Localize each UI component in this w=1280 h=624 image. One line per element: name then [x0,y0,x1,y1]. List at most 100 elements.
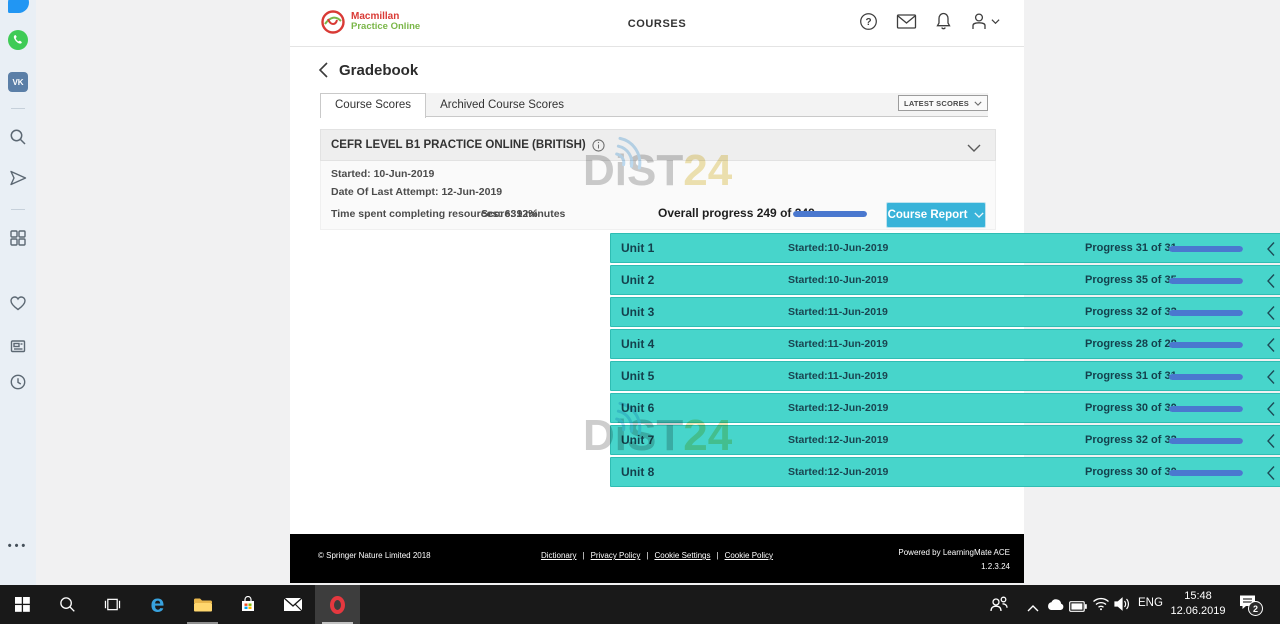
footer-link[interactable]: Cookie Settings [654,551,710,560]
unit-row[interactable]: Unit 7 Started:12-Jun-2019 Progress 32 o… [610,425,1280,455]
unit-progress-bar [1169,278,1243,284]
expand-chevron-icon[interactable] [1266,241,1276,262]
unit-progress-bar [1169,470,1243,476]
send-flow-icon[interactable] [0,169,36,187]
unit-started: Started:12-Jun-2019 [788,402,888,414]
course-title: CEFR LEVEL B1 PRACTICE ONLINE (BRITISH) [331,139,586,151]
opera-browser-icon[interactable] [315,585,360,624]
sidebar-more-icon[interactable]: ••• [0,540,36,552]
onedrive-cloud-icon[interactable] [1046,598,1065,616]
account-menu[interactable] [970,12,1000,31]
footer-link[interactable]: Privacy Policy [591,551,641,560]
tab-archived-course-scores[interactable]: Archived Course Scores [426,93,578,117]
back-chevron-icon[interactable] [318,61,330,79]
course-panel-header[interactable]: CEFR LEVEL B1 PRACTICE ONLINE (BRITISH) [320,129,996,161]
course-report-label: Course Report [888,209,968,221]
people-icon[interactable] [988,595,1010,618]
unit-row[interactable]: Unit 4 Started:11-Jun-2019 Progress 28 o… [610,329,1280,359]
vk-icon[interactable]: VK [0,72,36,92]
volume-icon[interactable] [1114,597,1131,616]
task-view-icon[interactable] [90,585,135,624]
sidebar-divider [11,108,25,109]
unit-label: Unit 5 [621,369,654,383]
unit-row[interactable]: Unit 8 Started:12-Jun-2019 Progress 30 o… [610,457,1280,487]
tray-expand-chevron-icon[interactable] [1027,600,1039,618]
history-clock-icon[interactable] [0,373,36,391]
news-feed-icon[interactable] [0,337,36,355]
unit-progress-bar [1169,310,1243,316]
action-center-icon[interactable]: 2 [1238,594,1257,616]
speed-dial-grid-icon[interactable] [0,229,36,247]
browser-sidebar: VK ••• [0,0,36,585]
whatsapp-icon[interactable] [0,30,36,50]
clock[interactable]: 15:48 12.06.2019 [1164,589,1232,619]
unit-label: Unit 8 [621,465,654,479]
edge-browser-icon[interactable]: e [135,585,180,624]
units-list: Unit 1 Started:10-Jun-2019 Progress 31 o… [610,233,1280,489]
unit-started: Started:12-Jun-2019 [788,434,888,446]
unit-started: Started:11-Jun-2019 [788,306,888,318]
language-indicator[interactable]: ENG [1138,597,1163,609]
course-report-button[interactable]: Course Report [886,202,986,228]
content-column: Macmillan Practice Online COURSES ? [290,0,1024,534]
info-icon[interactable] [592,139,605,152]
unit-started: Started:12-Jun-2019 [788,466,888,478]
expand-chevron-icon[interactable] [1266,273,1276,294]
collapse-chevron-icon[interactable] [967,140,981,158]
messenger-icon[interactable] [0,0,36,13]
footer-link[interactable]: Cookie Policy [725,551,773,560]
wifi-icon[interactable] [1092,597,1110,616]
help-icon[interactable]: ? [859,12,878,31]
unit-progress-bar [1169,438,1243,444]
footer-link-separator: | [583,551,585,560]
taskbar-search-icon[interactable] [45,585,90,624]
unit-progress-label: Progress 30 of 30 [1085,402,1177,414]
unit-row[interactable]: Unit 6 Started:12-Jun-2019 Progress 30 o… [610,393,1280,423]
date: 12.06.2019 [1164,604,1232,619]
expand-chevron-icon[interactable] [1266,401,1276,422]
expand-chevron-icon[interactable] [1266,465,1276,486]
unit-label: Unit 3 [621,305,654,319]
page-footer: © Springer Nature Limited 2018 Dictionar… [290,534,1024,583]
unit-progress-label: Progress 30 of 30 [1085,466,1177,478]
microsoft-store-icon[interactable] [225,585,270,624]
unit-progress-bar-fill [1169,406,1243,412]
bookmarks-heart-icon[interactable] [0,294,36,312]
notifications-bell-icon[interactable] [935,12,952,31]
unit-progress-label: Progress 32 of 32 [1085,434,1177,446]
unit-row[interactable]: Unit 5 Started:11-Jun-2019 Progress 31 o… [610,361,1280,391]
unit-progress-label: Progress 31 of 31 [1085,242,1177,254]
expand-chevron-icon[interactable] [1266,305,1276,326]
unit-label: Unit 2 [621,273,654,287]
overall-progress-bar [793,211,867,217]
unit-row[interactable]: Unit 3 Started:11-Jun-2019 Progress 32 o… [610,297,1280,327]
mail-app-icon[interactable] [270,585,315,624]
unit-progress-label: Progress 28 of 28 [1085,338,1177,350]
unit-progress-bar [1169,374,1243,380]
start-button[interactable] [0,585,45,624]
battery-icon[interactable] [1069,599,1087,617]
course-last-attempt: Date Of Last Attempt: 12-Jun-2019 [331,186,502,198]
unit-progress-bar-fill [1169,438,1243,444]
tab-course-scores[interactable]: Course Scores [320,93,426,118]
expand-chevron-icon[interactable] [1266,433,1276,454]
sort-scores-dropdown[interactable]: LATEST SCORES [898,95,988,111]
unit-started: Started:11-Jun-2019 [788,338,888,350]
unit-label: Unit 4 [621,337,654,351]
unit-started: Started:10-Jun-2019 [788,242,888,254]
mail-icon[interactable] [896,13,917,30]
course-started: Started: 10-Jun-2019 [331,168,434,180]
svg-text:?: ? [865,17,871,28]
unit-row[interactable]: Unit 2 Started:10-Jun-2019 Progress 35 o… [610,265,1280,295]
overall-progress-label: Overall progress 249 of 249 [658,206,815,220]
sidebar-divider [11,209,25,210]
expand-chevron-icon[interactable] [1266,337,1276,358]
unit-started: Started:11-Jun-2019 [788,370,888,382]
tabstrip: Course Scores Archived Course Scores LAT… [320,93,988,117]
expand-chevron-icon[interactable] [1266,369,1276,390]
unit-row[interactable]: Unit 1 Started:10-Jun-2019 Progress 31 o… [610,233,1280,263]
file-explorer-icon[interactable] [180,585,225,624]
search-icon[interactable] [0,128,36,146]
unit-label: Unit 7 [621,433,654,447]
footer-link[interactable]: Dictionary [541,551,577,560]
